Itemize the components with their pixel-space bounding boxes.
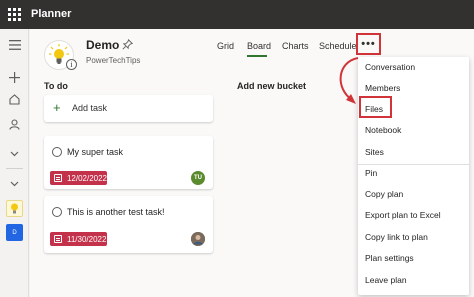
menu-item-leave-plan[interactable]: Leave plan <box>358 270 469 291</box>
plan-shortcut-badge[interactable]: D <box>6 224 23 241</box>
tab-grid[interactable]: Grid <box>217 41 234 51</box>
tab-charts[interactable]: Charts <box>282 41 309 51</box>
menu-item-conversation[interactable]: Conversation <box>358 57 469 78</box>
menu-item-notebook[interactable]: Notebook <box>358 120 469 141</box>
avatar[interactable] <box>191 232 205 246</box>
menu-item-export-excel[interactable]: Export plan to Excel <box>358 205 469 226</box>
calendar-icon <box>54 235 62 243</box>
task-title: This is another test task! <box>67 207 165 217</box>
more-options-button[interactable]: ••• <box>361 39 376 50</box>
info-icon[interactable]: i <box>66 59 77 70</box>
task-card[interactable]: This is another test task! 11/30/2022 <box>44 196 213 253</box>
calendar-icon <box>54 174 62 182</box>
files-highlight-box <box>359 96 392 118</box>
tab-board[interactable]: Board <box>247 41 271 51</box>
plan-title: Demo <box>86 38 120 52</box>
menu-item-copy-plan[interactable]: Copy plan <box>358 184 469 205</box>
chevron-down-icon[interactable] <box>5 144 24 163</box>
add-task-button[interactable]: + Add task <box>44 95 213 122</box>
due-date-badge[interactable]: 12/02/2022 <box>50 171 107 185</box>
app-title[interactable]: Planner <box>31 8 71 20</box>
add-task-label: Add task <box>72 103 108 113</box>
complete-task-checkbox[interactable] <box>52 147 62 157</box>
menu-item-plan-settings[interactable]: Plan settings <box>358 248 469 269</box>
tab-schedule[interactable]: Schedule <box>319 41 357 51</box>
app-header: Planner <box>0 0 474 29</box>
avatar[interactable]: TU <box>191 171 205 185</box>
plus-icon[interactable] <box>5 68 24 87</box>
due-date-badge[interactable]: 11/30/2022 <box>50 232 107 246</box>
task-title: My super task <box>67 147 124 157</box>
more-options-highlight: ••• <box>356 33 381 55</box>
add-new-bucket[interactable]: Add new bucket <box>237 81 306 91</box>
app-launcher-icon[interactable] <box>8 8 21 21</box>
bucket-title-todo[interactable]: To do <box>44 81 68 91</box>
person-icon[interactable] <box>5 115 24 134</box>
plan-options-menu: Conversation Members Files Notebook Site… <box>358 57 469 295</box>
complete-task-checkbox[interactable] <box>52 207 62 217</box>
plan-shortcut-demo[interactable] <box>6 200 23 217</box>
active-tab-indicator <box>247 55 267 57</box>
rail-divider <box>6 168 23 169</box>
hamburger-icon[interactable] <box>5 35 24 54</box>
menu-item-pin[interactable]: Pin <box>358 163 469 184</box>
task-card[interactable]: My super task 12/02/2022 TU <box>44 136 213 189</box>
due-date: 11/30/2022 <box>67 234 107 244</box>
due-date: 12/02/2022 <box>66 173 107 183</box>
menu-item-copy-link[interactable]: Copy link to plan <box>358 227 469 248</box>
plan-group-name: PowerTechTips <box>86 56 141 65</box>
menu-item-sites[interactable]: Sites <box>358 142 469 163</box>
home-icon[interactable] <box>5 90 24 109</box>
plus-icon: + <box>53 100 61 115</box>
left-rail: D <box>0 29 29 297</box>
chevron-down-icon[interactable] <box>5 174 24 193</box>
pin-icon[interactable] <box>122 39 133 50</box>
